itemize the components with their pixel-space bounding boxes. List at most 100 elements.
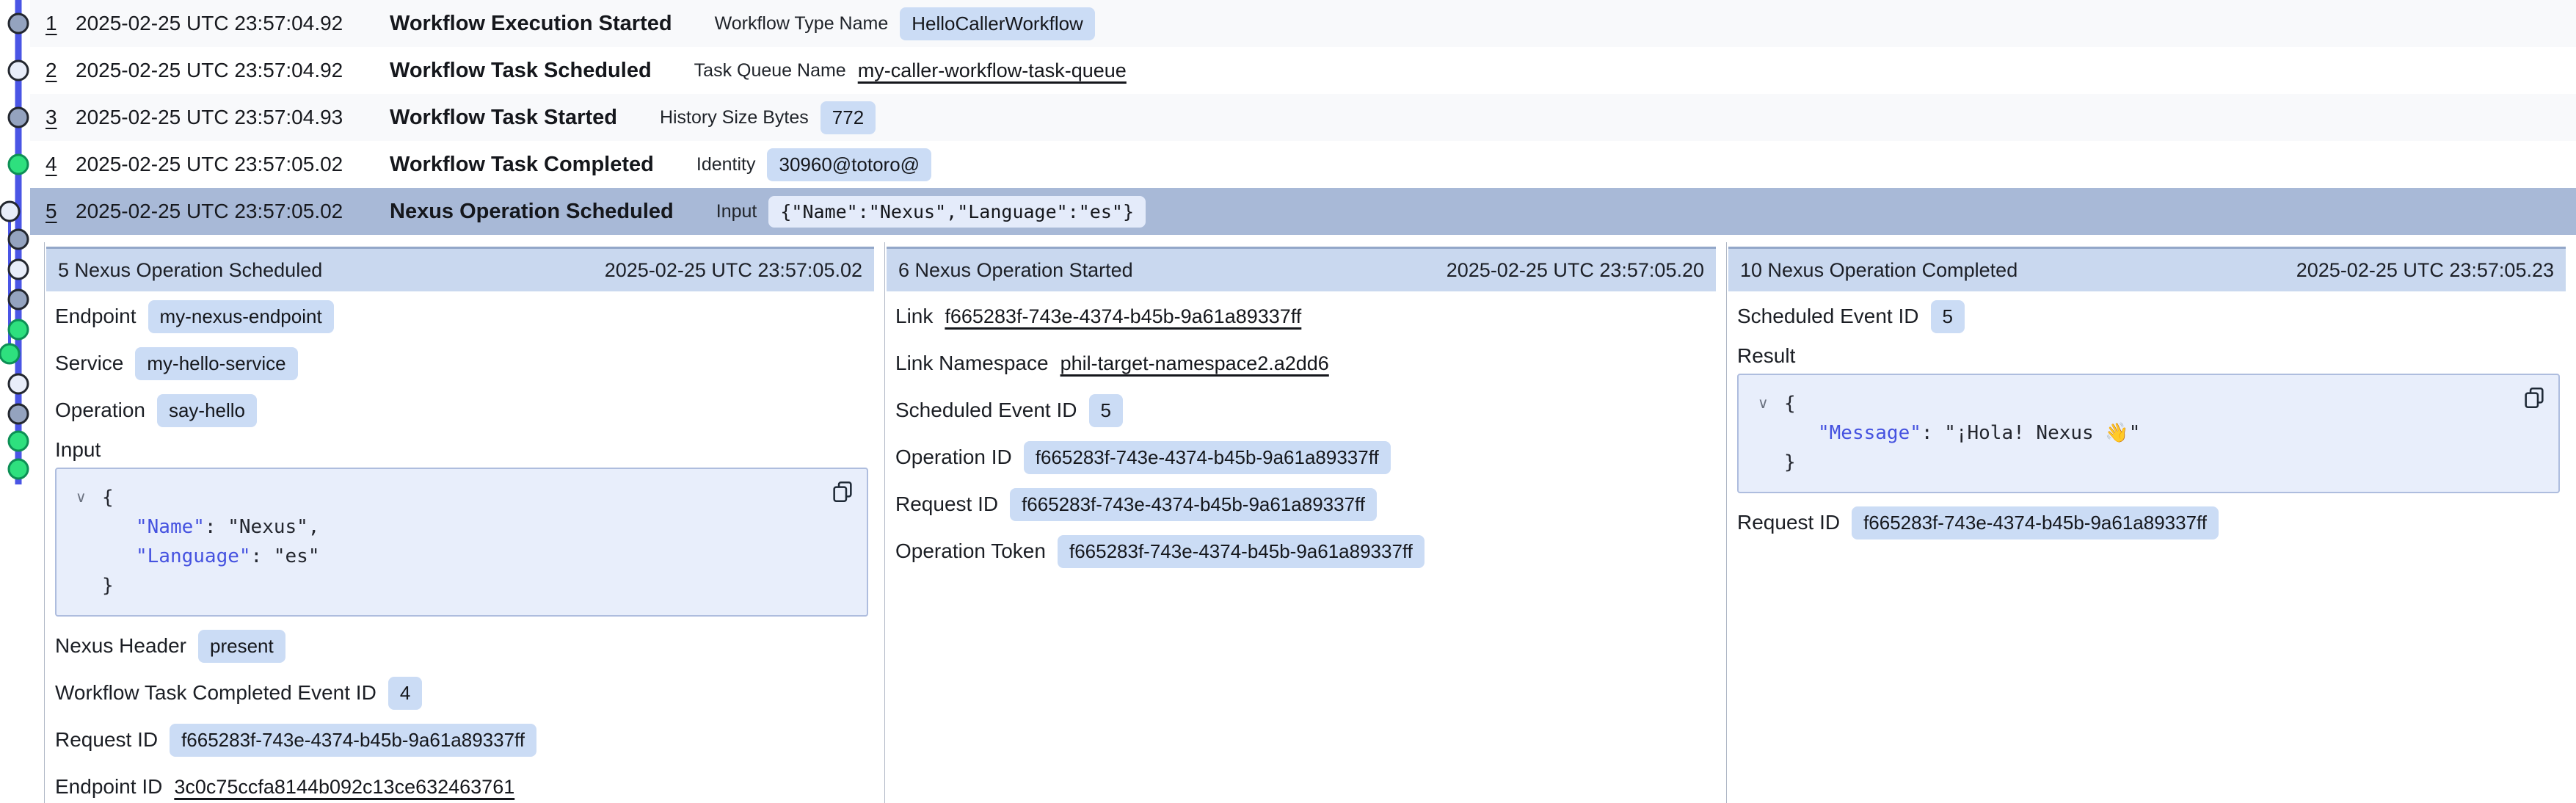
event-row-1[interactable]: 1 2025-02-25 UTC 23:57:04.92 Workflow Ex…	[30, 0, 2576, 47]
field-scheduled-event-id: Scheduled Event ID 5	[1737, 293, 2560, 340]
event-attr-label: Input	[716, 201, 757, 222]
collapse-chevron-icon[interactable]: ∨	[1758, 388, 1784, 418]
field-value-badge: f665283f-743e-4374-b45b-9a61a89337ff	[1010, 488, 1377, 521]
field-operation-token: Operation Token f665283f-743e-4374-b45b-…	[895, 528, 1710, 575]
result-json-viewer: ∨{ "Message": "¡Hola! Nexus 👋" }	[1737, 374, 2560, 493]
event-input-json-badge: {"Name":"Nexus","Language":"es"}	[768, 196, 1146, 228]
field-label: Scheduled Event ID	[895, 399, 1077, 422]
field-value-badge: f665283f-743e-4374-b45b-9a61a89337ff	[1024, 441, 1391, 474]
copy-icon[interactable]	[2522, 385, 2547, 419]
link-namespace-link[interactable]: phil-target-namespace2.a2dd6	[1060, 352, 1329, 375]
json-key: "Name"	[136, 516, 205, 538]
event-id-link[interactable]: 1	[46, 12, 76, 35]
event-row-5-selected[interactable]: 5 2025-02-25 UTC 23:57:05.02 Nexus Opera…	[30, 188, 2576, 235]
field-nexus-header: Nexus Header present	[55, 622, 868, 669]
result-section-label: Result	[1737, 340, 2560, 372]
panel-title: 5 Nexus Operation Scheduled	[58, 259, 322, 282]
field-label: Request ID	[895, 493, 998, 516]
event-name: Workflow Task Scheduled	[390, 59, 652, 83]
field-value-badge: say-hello	[157, 394, 257, 427]
panel-header: 6 Nexus Operation Started 2025-02-25 UTC…	[887, 247, 1716, 291]
panel-timestamp: 2025-02-25 UTC 23:57:05.02	[605, 259, 862, 282]
field-request-id: Request ID f665283f-743e-4374-b45b-9a61a…	[895, 481, 1710, 528]
field-label: Endpoint	[55, 305, 137, 328]
collapse-chevron-icon[interactable]: ∨	[76, 482, 102, 512]
event-timeline	[0, 0, 30, 803]
field-label: Operation	[55, 399, 145, 422]
event-attr-label: Workflow Type Name	[715, 13, 889, 34]
field-link: Link f665283f-743e-4374-b45b-9a61a89337f…	[895, 293, 1710, 340]
field-value-badge: 5	[1089, 394, 1123, 427]
event-id-link[interactable]: 3	[46, 106, 76, 129]
panel-nexus-operation-scheduled: 5 Nexus Operation Scheduled 2025-02-25 U…	[44, 242, 884, 803]
event-row-4[interactable]: 4 2025-02-25 UTC 23:57:05.02 Workflow Ta…	[30, 141, 2576, 188]
field-workflow-task-completed-event-id: Workflow Task Completed Event ID 4	[55, 669, 868, 716]
json-value: : "Nexus",	[205, 516, 320, 538]
field-scheduled-event-id: Scheduled Event ID 5	[895, 387, 1710, 434]
field-value-badge: my-nexus-endpoint	[148, 300, 334, 333]
field-endpoint: Endpoint my-nexus-endpoint	[55, 293, 868, 340]
event-detail-panels: 5 Nexus Operation Scheduled 2025-02-25 U…	[44, 242, 2576, 803]
field-label: Scheduled Event ID	[1737, 305, 1919, 328]
event-attr-value-badge: 30960@totoro@	[767, 148, 931, 181]
workflow-history-view: 1 2025-02-25 UTC 23:57:04.92 Workflow Ex…	[0, 0, 2576, 803]
event-id-link[interactable]: 2	[46, 59, 76, 82]
link-value-link[interactable]: f665283f-743e-4374-b45b-9a61a89337ff	[945, 305, 1301, 328]
field-label: Request ID	[1737, 511, 1840, 534]
event-name: Workflow Task Started	[390, 106, 617, 130]
field-request-id: Request ID f665283f-743e-4374-b45b-9a61a…	[1737, 499, 2560, 546]
field-value-badge: my-hello-service	[135, 347, 297, 380]
event-attr-value-badge: HelloCallerWorkflow	[900, 7, 1095, 40]
field-request-id: Request ID f665283f-743e-4374-b45b-9a61a…	[55, 716, 868, 763]
field-value-badge: 5	[1931, 300, 1965, 333]
field-operation-id: Operation ID f665283f-743e-4374-b45b-9a6…	[895, 434, 1710, 481]
panel-title: 6 Nexus Operation Started	[898, 259, 1133, 282]
field-label: Request ID	[55, 728, 158, 752]
field-label: Operation ID	[895, 446, 1012, 469]
field-operation: Operation say-hello	[55, 387, 868, 434]
json-open-brace: {	[1784, 393, 1796, 415]
field-label: Endpoint ID	[55, 775, 162, 799]
event-timestamp: 2025-02-25 UTC 23:57:04.93	[76, 106, 390, 129]
json-key: "Message"	[1818, 422, 1921, 444]
event-name: Workflow Execution Started	[390, 12, 672, 36]
field-value-badge: f665283f-743e-4374-b45b-9a61a89337ff	[1852, 506, 2219, 539]
event-attr-label: Task Queue Name	[694, 60, 846, 81]
event-row-3[interactable]: 3 2025-02-25 UTC 23:57:04.93 Workflow Ta…	[30, 94, 2576, 141]
event-name: Workflow Task Completed	[390, 153, 654, 177]
json-key: "Language"	[136, 545, 251, 567]
event-attr-label: Identity	[696, 154, 756, 175]
endpoint-id-link[interactable]: 3c0c75ccfa8144b092c13ce632463761	[174, 776, 514, 799]
panel-timestamp: 2025-02-25 UTC 23:57:05.20	[1447, 259, 1704, 282]
event-timestamp: 2025-02-25 UTC 23:57:04.92	[76, 59, 390, 82]
json-close-brace: }	[102, 575, 114, 597]
field-label: Workflow Task Completed Event ID	[55, 681, 376, 705]
field-label: Link Namespace	[895, 352, 1049, 375]
field-value-badge: present	[198, 630, 285, 663]
copy-icon[interactable]	[830, 479, 855, 513]
field-service: Service my-hello-service	[55, 340, 868, 387]
field-label: Operation Token	[895, 539, 1046, 563]
field-value-badge: 4	[388, 677, 422, 710]
field-label: Service	[55, 352, 123, 375]
json-value: : "es"	[251, 545, 320, 567]
event-name: Nexus Operation Scheduled	[390, 200, 674, 224]
event-attr-value-badge: 772	[821, 101, 876, 134]
json-close-brace: }	[1784, 451, 1796, 473]
input-section-label: Input	[55, 434, 868, 466]
event-row-2[interactable]: 2 2025-02-25 UTC 23:57:04.92 Workflow Ta…	[30, 47, 2576, 94]
panel-nexus-operation-started: 6 Nexus Operation Started 2025-02-25 UTC…	[884, 242, 1726, 803]
event-timestamp: 2025-02-25 UTC 23:57:05.02	[76, 200, 390, 223]
event-id-link[interactable]: 5	[46, 200, 76, 223]
panel-title: 10 Nexus Operation Completed	[1740, 259, 2017, 282]
panel-header: 10 Nexus Operation Completed 2025-02-25 …	[1728, 247, 2566, 291]
event-id-link[interactable]: 4	[46, 153, 76, 176]
event-timestamp: 2025-02-25 UTC 23:57:04.92	[76, 12, 390, 35]
event-list: 1 2025-02-25 UTC 23:57:04.92 Workflow Ex…	[30, 0, 2576, 235]
task-queue-link[interactable]: my-caller-workflow-task-queue	[858, 59, 1127, 82]
field-label: Nexus Header	[55, 634, 186, 658]
field-endpoint-id: Endpoint ID 3c0c75ccfa8144b092c13ce63246…	[55, 763, 868, 803]
field-value-badge: f665283f-743e-4374-b45b-9a61a89337ff	[170, 724, 536, 757]
field-value-badge: f665283f-743e-4374-b45b-9a61a89337ff	[1058, 535, 1425, 568]
json-open-brace: {	[102, 487, 114, 509]
